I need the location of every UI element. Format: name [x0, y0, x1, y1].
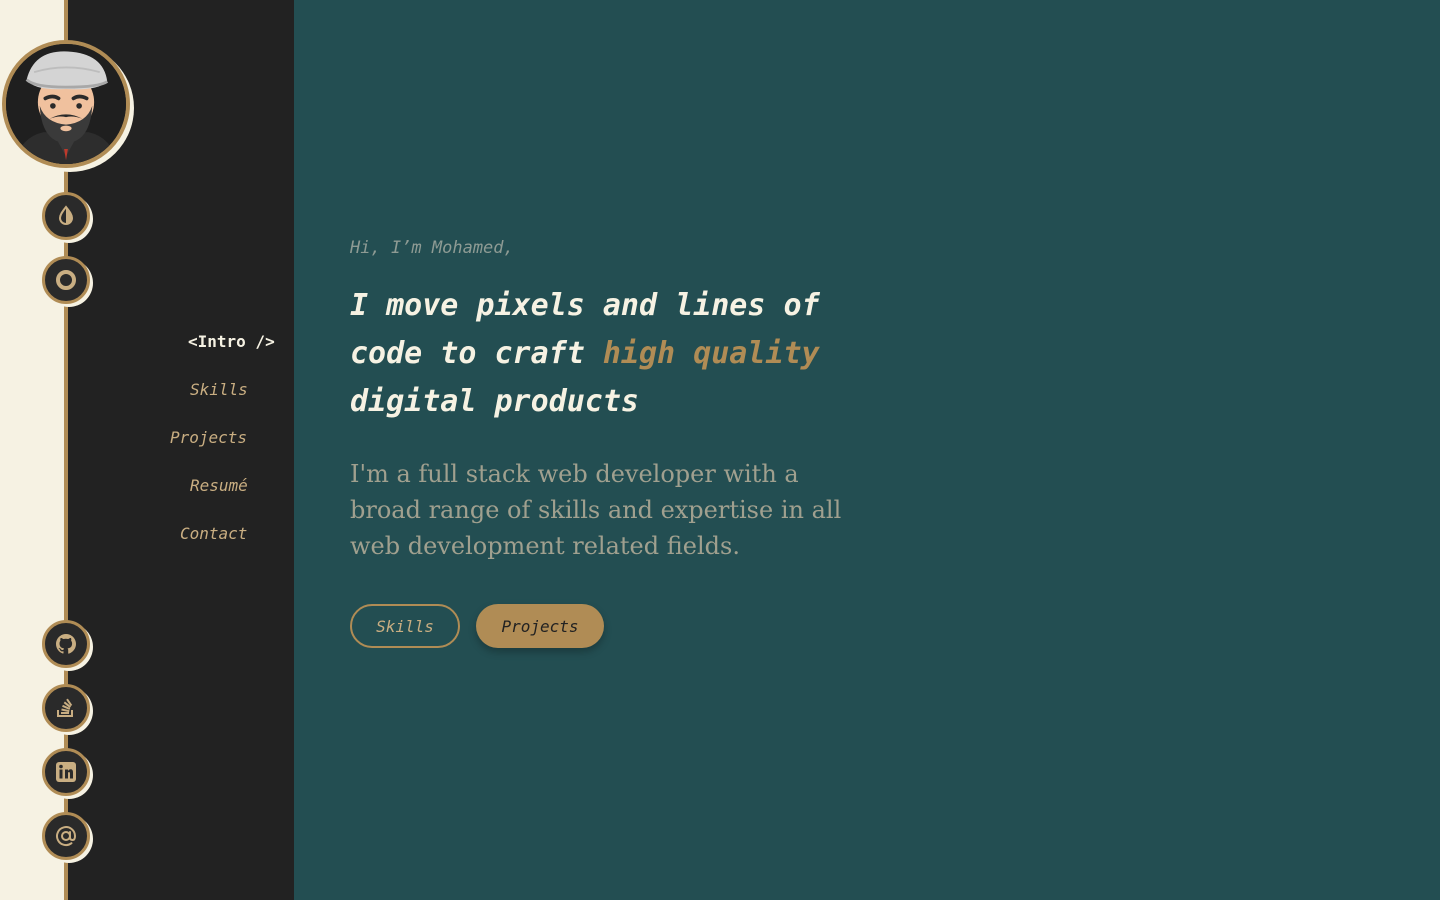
headline-text-end: digital products — [350, 384, 639, 419]
email-link[interactable] — [42, 812, 90, 860]
ring-icon — [56, 270, 76, 290]
mode-toggle-button[interactable] — [42, 256, 90, 304]
theme-toggle-button[interactable] — [42, 192, 90, 240]
skills-button[interactable]: Skills — [350, 604, 460, 648]
hero-description: I'm a full stack web developer with a br… — [350, 460, 842, 560]
nav-item-projects[interactable]: Projects — [170, 428, 247, 447]
linkedin-icon — [56, 762, 76, 782]
nav-item-resume[interactable]: Resumé — [190, 476, 248, 495]
linkedin-link[interactable] — [42, 748, 90, 796]
hero-greeting: Hi, I’m Mohamed, — [350, 238, 514, 258]
hero-headline: I move pixels and lines of code to craft… — [350, 282, 870, 426]
github-icon — [56, 634, 76, 654]
avatar-illustration — [6, 44, 126, 164]
avatar[interactable] — [2, 40, 130, 168]
main-content — [294, 0, 1440, 900]
at-sign-icon — [56, 826, 77, 847]
stackoverflow-link[interactable] — [42, 684, 90, 732]
contrast-icon — [58, 205, 74, 225]
stackoverflow-icon — [57, 698, 73, 717]
nav-item-intro[interactable]: <Intro /> — [188, 332, 275, 351]
projects-button[interactable]: Projects — [476, 604, 604, 648]
nav-item-skills[interactable]: Skills — [190, 380, 248, 399]
headline-accent: high quality — [602, 336, 820, 371]
github-link[interactable] — [42, 620, 90, 668]
nav-item-contact[interactable]: Contact — [180, 524, 247, 543]
